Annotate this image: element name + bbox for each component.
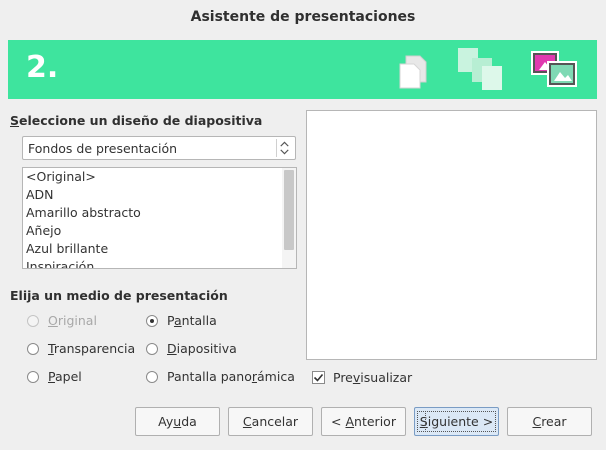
- step-number: 2.: [26, 50, 59, 85]
- radio-circle: [27, 314, 39, 327]
- radio-original[interactable]: Original: [27, 313, 97, 328]
- preview-checkbox[interactable]: Previsualizar: [312, 370, 412, 385]
- help-button[interactable]: Ayuda: [135, 407, 220, 436]
- next-button-label: Siguiente >: [416, 411, 497, 432]
- list-item[interactable]: Inspiración: [23, 258, 296, 268]
- radio-selected-dot: [150, 318, 154, 323]
- design-section-label: Seleccione un diseño de diapositiva: [10, 113, 263, 128]
- radio-circle: [27, 370, 39, 383]
- radio-pantalla[interactable]: Pantalla: [146, 313, 217, 328]
- create-button-label: Crear: [532, 414, 567, 429]
- scrollbar-thumb[interactable]: [284, 170, 294, 250]
- design-category-value: Fondos de presentación: [28, 140, 178, 156]
- checkmark-icon: [313, 373, 324, 382]
- back-button-label: < Anterior: [331, 414, 396, 429]
- help-button-label: Ayuda: [158, 414, 197, 429]
- list-item[interactable]: ADN: [23, 186, 296, 204]
- wizard-banner: 2.: [8, 40, 597, 99]
- listbox-scrollbar[interactable]: [282, 168, 296, 268]
- radio-circle: [146, 370, 158, 383]
- radio-diapositiva[interactable]: Diapositiva: [146, 341, 237, 356]
- radio-pantalla-panoramica[interactable]: Pantalla panorámica: [146, 369, 295, 384]
- radio-label: Original: [48, 313, 97, 328]
- window-title: Asistente de presentaciones: [0, 0, 606, 34]
- list-item[interactable]: Amarillo abstracto: [23, 204, 296, 222]
- radio-label: Diapositiva: [167, 341, 237, 356]
- multiple-pages-icon: [458, 48, 502, 90]
- radio-label: Transparencia: [48, 341, 136, 356]
- radio-label: Papel: [48, 369, 82, 384]
- next-button[interactable]: Siguiente >: [414, 407, 499, 436]
- radio-circle: [146, 342, 158, 355]
- single-page-icon: [399, 55, 427, 89]
- design-category-select[interactable]: Fondos de presentación: [22, 136, 296, 160]
- cancel-button-label: Cancelar: [242, 414, 299, 429]
- radio-circle: [27, 342, 39, 355]
- checkbox-box: [312, 371, 325, 384]
- preview-pane: [306, 110, 597, 360]
- list-item[interactable]: <Original>: [23, 168, 296, 186]
- radio-circle: [146, 314, 158, 327]
- radio-papel[interactable]: Papel: [27, 369, 82, 384]
- image-slides-icon: [531, 51, 577, 87]
- list-item[interactable]: Añejo: [23, 222, 296, 240]
- medium-section-label: Elija un medio de presentación: [10, 288, 228, 303]
- radio-label: Pantalla: [167, 313, 217, 328]
- cancel-button[interactable]: Cancelar: [228, 407, 313, 436]
- list-item[interactable]: Azul brillante: [23, 240, 296, 258]
- preview-checkbox-label: Previsualizar: [333, 370, 413, 385]
- radio-transparencia[interactable]: Transparencia: [27, 341, 135, 356]
- radio-label: Pantalla panorámica: [167, 369, 295, 384]
- back-button[interactable]: < Anterior: [321, 407, 406, 436]
- design-listbox[interactable]: <Original> ADN Amarillo abstracto Añejo …: [22, 167, 297, 269]
- select-updown-icon: [276, 139, 289, 157]
- create-button[interactable]: Crear: [507, 407, 592, 436]
